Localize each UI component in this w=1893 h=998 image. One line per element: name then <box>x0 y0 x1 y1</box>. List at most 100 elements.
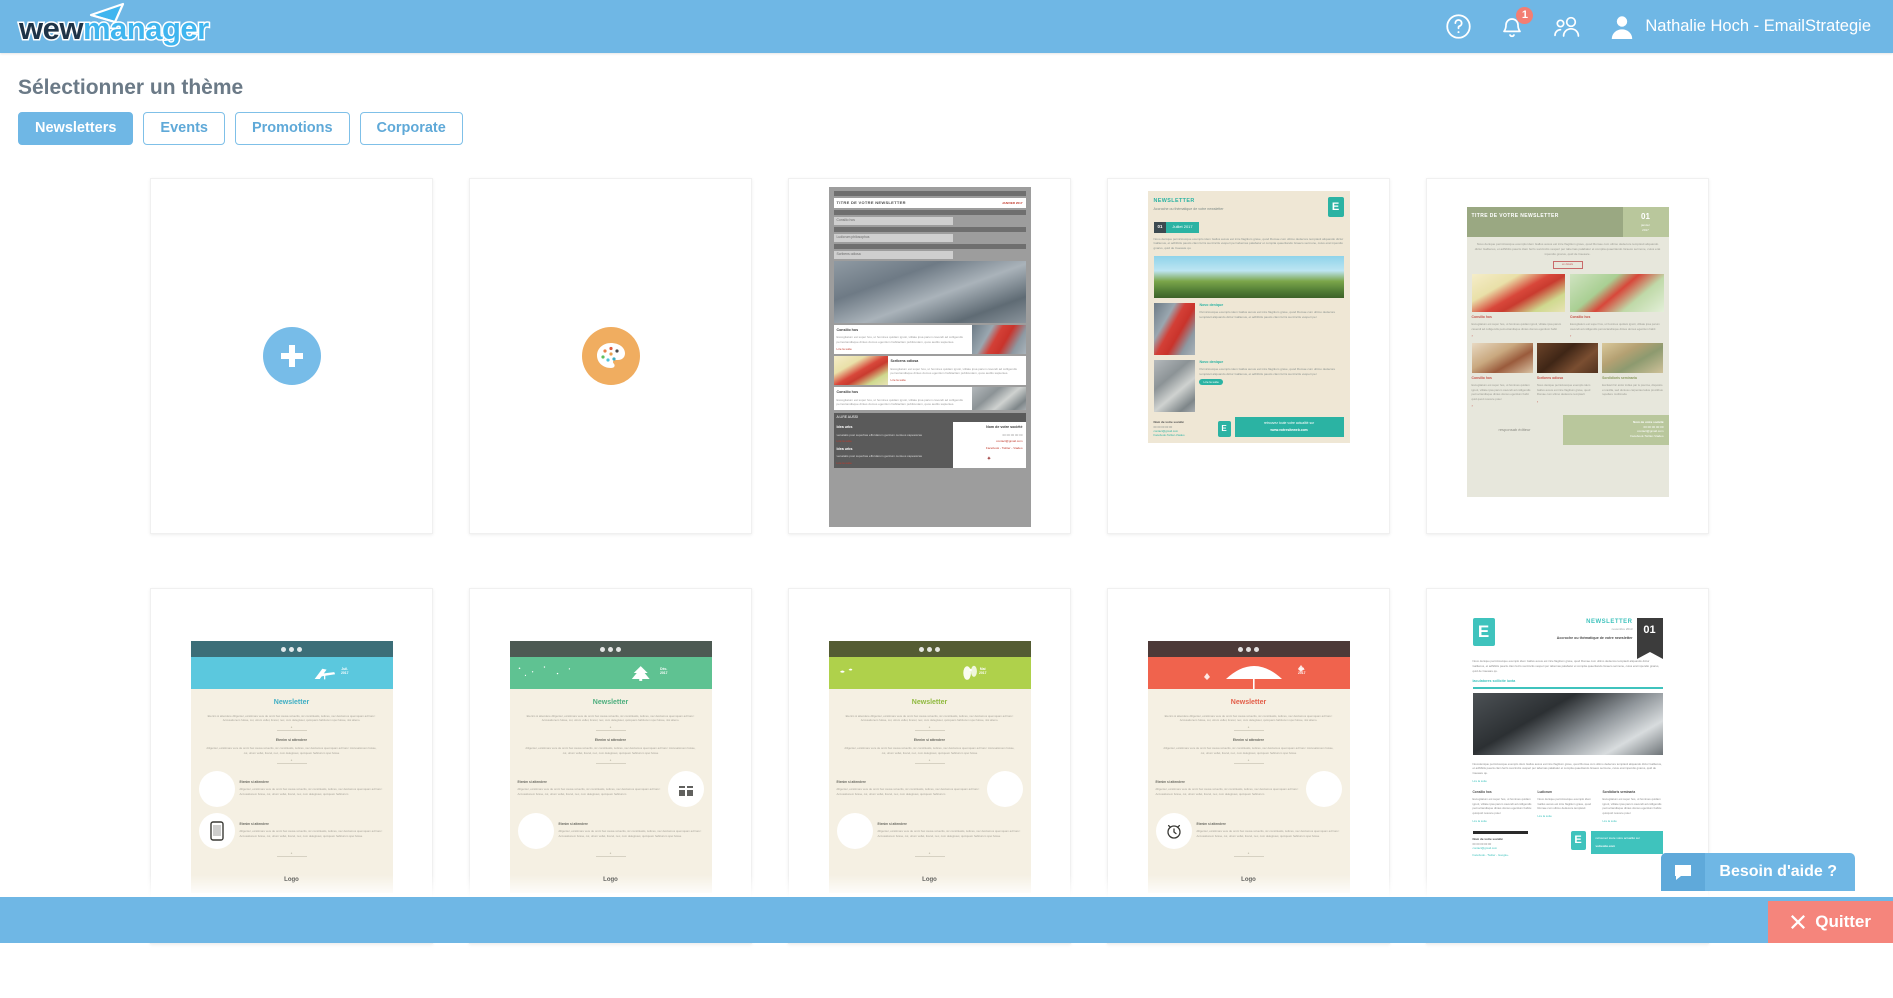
preview-date: Mai2017 <box>979 667 987 675</box>
facebook-icon <box>1238 647 1243 652</box>
preview-title: Newsletter <box>829 698 1031 709</box>
preview-also-heading: Idea urbs <box>837 447 950 452</box>
preview-footer-logo: Logo <box>1148 870 1350 893</box>
preview-date: JANVIER 2017 <box>1002 201 1023 206</box>
preview-title: NEWSLETTER <box>1154 197 1224 205</box>
twitter-icon <box>1246 647 1251 652</box>
theme-card-blank[interactable] <box>150 178 433 534</box>
preview-article-body: Escogitatum est super hos, ut homines qu… <box>1472 322 1566 331</box>
preview-nav-item: Ludicrum philosophus <box>834 234 953 242</box>
preview-article-image <box>1570 274 1664 312</box>
preview-article-heading: Novo denique <box>1199 303 1343 308</box>
theme-card-custom-palette[interactable] <box>469 178 752 534</box>
help-chat-widget[interactable]: Besoin d'aide ? <box>1661 853 1855 891</box>
preview-section-heading: Etenim si attendere <box>878 822 1023 827</box>
theme-card-seasonal-spring[interactable]: Mai2017 Newsletter Etenim si attendere d… <box>788 588 1071 944</box>
preview-nav-item: Consilio hos <box>834 217 953 225</box>
theme-card-seasonal-winter[interactable]: Déc.2017 Newsletter Etenim si attendere … <box>469 588 752 944</box>
header-actions: 1 Nathalie Hoch - EmailStrategie <box>1445 13 1893 40</box>
preview-section-heading: Etenim si attendere <box>1197 822 1342 827</box>
brand-letter-icon: E <box>1218 421 1231 437</box>
preview-body: Novodenique pernicioscque exemplo idem G… <box>1473 762 1663 776</box>
preview-article-link: Lire la suite <box>891 378 1023 383</box>
preview-article-heading: Novo denique <box>1199 360 1343 365</box>
preview-issue-number: 01 <box>1623 211 1669 223</box>
preview-issue-year: 2017 <box>1623 228 1669 233</box>
tab-events[interactable]: Events <box>143 112 225 145</box>
preview-arrow-icon: › <box>1537 399 1598 405</box>
preview-circle-image <box>199 771 235 807</box>
tab-corporate[interactable]: Corporate <box>360 112 463 145</box>
user-menu[interactable]: Nathalie Hoch - EmailStrategie <box>1610 14 1871 40</box>
preview-footer-logo: Logo <box>510 870 712 893</box>
preview-footer-mail: contact@gmail.com <box>956 439 1023 444</box>
preview-article-heading: Scribens odiosa <box>891 359 1023 364</box>
theme-preview-thumbnail: TITRE DE VOTRE NEWSLETTER JANVIER 2017 C… <box>829 187 1031 527</box>
preview-title: NEWSLETTER <box>1499 618 1633 627</box>
preview-article-body: Escogitatum est super hos, ut homines qu… <box>1472 383 1533 401</box>
preview-link: Lire la suite <box>1473 779 1663 783</box>
preview-section-heading: Etenim si attendere <box>559 822 704 827</box>
preview-section-heading: Etenim si attendere <box>837 780 982 785</box>
linkedin-icon <box>616 647 621 652</box>
theme-preview-thumbnail: Oct.2017 Newsletter Etenim si attendere … <box>1148 641 1350 893</box>
preview-column-body: Escogitatum est super hos, ut homines qu… <box>1603 797 1663 816</box>
logo-text-secondary: manager <box>83 11 209 46</box>
theme-card-seasonal-autumn[interactable]: Oct.2017 Newsletter Etenim si attendere … <box>1107 588 1390 944</box>
preview-social-bar <box>191 641 393 657</box>
preview-footer-logo: Logo <box>829 870 1031 893</box>
theme-card-titre-newsletter-grey[interactable]: TITRE DE VOTRE NEWSLETTER JANVIER 2017 C… <box>788 178 1071 534</box>
linkedin-icon <box>935 647 940 652</box>
tab-newsletters[interactable]: Newsletters <box>18 112 133 145</box>
preview-title: TITRE DE VOTRE NEWSLETTER <box>1467 207 1623 237</box>
preview-arrow-icon: › <box>1570 333 1664 339</box>
preview-circle-image <box>1306 771 1342 807</box>
preview-section-body: diligenter, existimare vere de omni hac … <box>837 787 982 797</box>
theme-card-seasonal-summer[interactable]: Juil.2017 Newsletter Etenim si attendere… <box>150 588 433 944</box>
tab-promotions[interactable]: Promotions <box>235 112 350 145</box>
app-logo[interactable]: wewmanager <box>19 5 209 49</box>
preview-article-image <box>1154 360 1196 412</box>
preview-divider <box>277 856 307 857</box>
quit-button[interactable]: Quitter <box>1768 901 1893 943</box>
theme-category-tabs: Newsletters Events Promotions Corporate <box>18 112 463 145</box>
preview-subtitle: Accroche ou thématique de votre newslett… <box>1154 207 1224 212</box>
twitter-icon <box>608 647 613 652</box>
user-name-label: Nathalie Hoch - EmailStrategie <box>1645 17 1871 36</box>
preview-hero-illustration: Oct.2017 <box>1148 657 1350 689</box>
preview-also-link: Lire la suite <box>837 439 950 444</box>
preview-footer-mail: contact@gmail.com <box>1473 846 1566 850</box>
preview-date: Oct.2017 <box>1298 667 1306 675</box>
preview-divider <box>1234 730 1264 731</box>
mobile-phone-icon <box>199 813 235 849</box>
preview-footer-company: Nom de votre société <box>956 425 1023 430</box>
preview-section-body: diligenter, existimare vere de omni hac … <box>1148 746 1350 756</box>
preview-subtitle: Accroche ou thématique de votre newslett… <box>1499 636 1633 641</box>
preview-column-body: Escogitatum est super hos, ut homines qu… <box>1473 797 1533 816</box>
help-icon[interactable] <box>1445 13 1472 40</box>
notifications-bell[interactable]: 1 <box>1500 14 1524 40</box>
preview-article-image <box>1154 303 1196 355</box>
preview-column-link: Lire la suite <box>1538 814 1598 818</box>
preview-hero-illustration: Juil.2017 <box>191 657 393 689</box>
preview-column-body: Novo denique pernicioscque exemplo idem … <box>1538 797 1598 811</box>
preview-section-body: diligenter, existimare vere de omni hac … <box>1197 829 1342 839</box>
notification-count-badge: 1 <box>1516 7 1533 24</box>
linkedin-icon <box>297 647 302 652</box>
preview-section-heading: Etenim si attendere <box>829 738 1031 743</box>
preview-article-body: Pernicioscque exemplo idem Gallus auxus … <box>1199 310 1343 320</box>
preview-column-heading: Consilio hos <box>1473 790 1533 795</box>
preview-also-read-list: Idea urbs venatatis post superbas efford… <box>834 422 953 468</box>
preview-also-link: Lire la suite <box>837 461 950 466</box>
preview-article-heading: Consilio hos <box>837 390 969 395</box>
theme-card-titre-newsletter-green[interactable]: TITRE DE VOTRE NEWSLETTER 01 janvier 201… <box>1426 178 1709 534</box>
preview-column-link: Lire la suite <box>1473 819 1533 823</box>
preview-article-image <box>1472 274 1566 312</box>
theme-card-newsletter-teal[interactable]: NEWSLETTER Accroche ou thématique de vot… <box>1107 178 1390 534</box>
theme-preview-thumbnail: E NEWSLETTER novembre 2013 Accroche ou t… <box>1467 611 1669 941</box>
preview-column-heading: Ludicrum <box>1538 790 1598 795</box>
preview-article-image <box>1602 343 1663 373</box>
preview-article-body: Escogitatum est super hos, ut homines qu… <box>891 367 1023 376</box>
contacts-icon[interactable] <box>1552 15 1582 39</box>
preview-article-image <box>972 387 1026 410</box>
